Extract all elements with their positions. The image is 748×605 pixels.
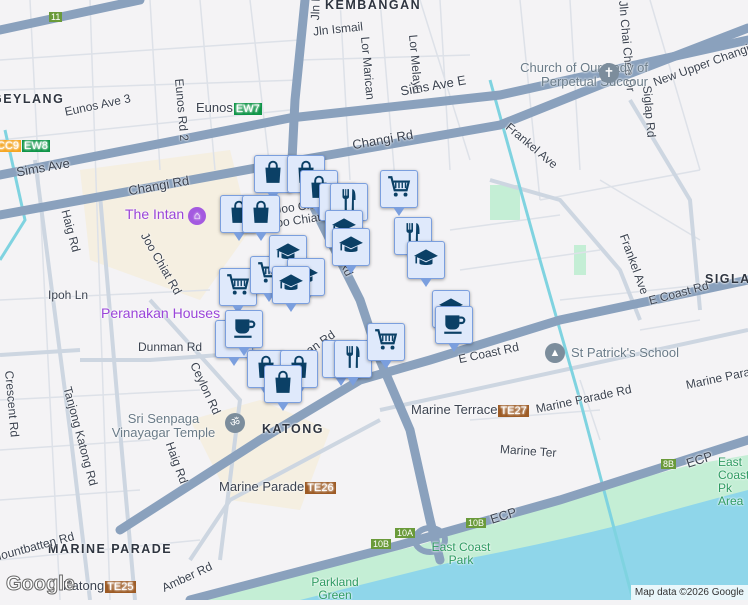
station-marine-parade[interactable]: Marine Parade TE26: [219, 479, 336, 494]
shopping-marker[interactable]: [264, 365, 302, 411]
education-icon: [278, 270, 304, 301]
cart-marker[interactable]: [367, 323, 405, 369]
temple-icon: ॐ: [225, 413, 245, 433]
road-label: Dunman Rd: [138, 340, 203, 354]
park-area: [490, 185, 520, 220]
shopping-icon: [260, 159, 286, 190]
area-label: KATONG: [262, 422, 325, 436]
coffee-icon: [441, 310, 467, 341]
shopping-icon: [248, 199, 274, 230]
station-code-badge: TE26: [305, 482, 336, 494]
shopping-marker[interactable]: [242, 195, 280, 241]
area-label: GEYLANG: [0, 92, 65, 106]
exit-badge: 10B: [371, 539, 392, 549]
station-marine-terrace[interactable]: Marine Terrace TE27: [411, 402, 529, 417]
road-label: Jln Eunos: [308, 0, 324, 20]
exit-badge: 8B: [661, 459, 677, 469]
education-icon: [413, 245, 439, 276]
exit-badge: 10A: [395, 528, 416, 538]
poi-church[interactable]: Church of Our Lady of Perpetual Succour: [478, 61, 648, 89]
park-label[interactable]: East Coast Pk Area: [718, 456, 748, 508]
station-paya-lebar[interactable]: CC9 EW8: [0, 138, 50, 152]
education-marker[interactable]: [407, 241, 445, 287]
exit-badge: 10B: [466, 518, 487, 528]
exit-badge: 11: [49, 12, 63, 22]
shopping-icon: [270, 369, 296, 400]
cart-icon: [225, 272, 251, 303]
poi-the-intan[interactable]: The Intan ⌂: [125, 206, 207, 225]
cart-icon: [386, 174, 412, 205]
station-code-badge: EW7: [233, 103, 262, 115]
map-canvas[interactable]: KEMBANGAN KATONG MARINE PARADE SIGLAP GE…: [0, 0, 748, 605]
coffee-icon: [231, 314, 257, 345]
restaurant-icon: [340, 344, 366, 375]
cart-marker[interactable]: [380, 170, 418, 216]
station-eunos[interactable]: Eunos EW7: [196, 100, 262, 115]
station-code-badge: TE25: [105, 581, 136, 593]
station-code-badge: TE27: [498, 405, 529, 417]
park-label[interactable]: Parkland Green: [305, 576, 365, 602]
road-label: Ipoh Ln: [48, 288, 89, 302]
area-label: KEMBANGAN: [325, 0, 422, 12]
station-code-badge: EW8: [22, 140, 50, 152]
area-label: SIGLAP: [705, 272, 748, 286]
poi-peranakan-houses[interactable]: Peranakan Houses: [101, 305, 220, 321]
coffee-marker[interactable]: [435, 306, 473, 352]
poi-temple[interactable]: Sri Senpaga Vinayagar Temple: [106, 412, 221, 440]
coffee-marker[interactable]: [225, 310, 263, 356]
park-label[interactable]: East Coast Park: [426, 541, 496, 567]
school-icon: ▲: [545, 343, 565, 363]
poi-st-patricks-school[interactable]: St Patrick's School: [571, 345, 679, 360]
education-icon: [338, 232, 364, 263]
museum-icon: ⌂: [188, 207, 207, 225]
park-area: [574, 245, 586, 275]
education-marker[interactable]: [272, 266, 310, 312]
station-code-badge: CC9: [0, 140, 22, 152]
education-marker[interactable]: [332, 228, 370, 274]
cart-icon: [373, 327, 399, 358]
map-attribution[interactable]: Map data ©2026 Google: [630, 585, 748, 600]
church-icon: ✝: [599, 63, 619, 83]
google-logo: Google: [6, 573, 76, 596]
